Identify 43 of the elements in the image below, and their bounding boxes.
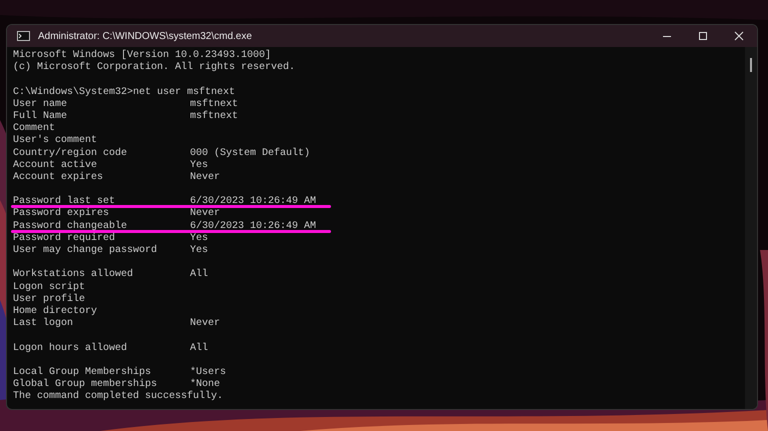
window-title: Administrator: C:\WINDOWS\system32\cmd.exe xyxy=(38,30,252,44)
close-icon xyxy=(734,31,744,41)
field-label: Account active xyxy=(13,160,98,171)
field-label: Password required xyxy=(13,232,116,244)
console-line: Microsoft Windows [Version 10.0.23493.1000] xyxy=(13,50,272,62)
field-value: msftnext xyxy=(190,110,238,124)
field-value: All xyxy=(190,342,208,355)
field-label: Last logon xyxy=(13,318,74,330)
field-label: Account expires xyxy=(13,172,104,183)
field-label: Logon hours allowed xyxy=(13,342,128,354)
field-value: Never xyxy=(190,208,220,220)
field-value: Yes xyxy=(190,160,208,172)
maximize-icon xyxy=(698,31,708,41)
field-label: Password changeable xyxy=(13,220,128,232)
console-line: C:\Windows\System32>net user msftnext xyxy=(13,86,236,98)
terminal-icon xyxy=(17,31,30,41)
field-value: *Users xyxy=(190,366,226,378)
field-value: Never xyxy=(190,172,220,184)
field-label: Workstations allowed xyxy=(13,269,134,280)
field-label: User name xyxy=(13,98,68,110)
field-label: Local Group Memberships xyxy=(13,366,152,378)
field-label: User profile xyxy=(13,294,86,305)
field-label: Password last set xyxy=(13,196,116,208)
field-label: User's comment xyxy=(13,135,98,146)
field-label: Home directory xyxy=(13,306,98,317)
field-value: Yes xyxy=(190,245,208,258)
field-value: *None xyxy=(190,379,220,390)
console-line: (c) Microsoft Corporation. All rights reserved. xyxy=(13,62,296,74)
field-label: Comment xyxy=(13,123,56,134)
field-value: 6/30/2023 10:26:49 AM xyxy=(190,220,316,233)
field-label: Global Group memberships xyxy=(13,379,158,390)
field-value: All xyxy=(190,269,208,282)
console-line: The command completed successfully. xyxy=(13,391,224,404)
field-label: User may change password xyxy=(13,245,158,256)
field-label: Country/region code xyxy=(13,148,128,158)
field-value: Yes xyxy=(190,232,208,245)
field-label: Full Name xyxy=(13,110,68,122)
field-value: 000 (System Default) xyxy=(190,148,310,160)
field-value: Never xyxy=(190,318,220,330)
field-value: msftnext xyxy=(190,98,238,110)
field-label: Logon script xyxy=(13,282,86,293)
field-label: Password expires xyxy=(13,208,110,220)
field-value: 6/30/2023 10:26:49 AM xyxy=(190,196,316,208)
